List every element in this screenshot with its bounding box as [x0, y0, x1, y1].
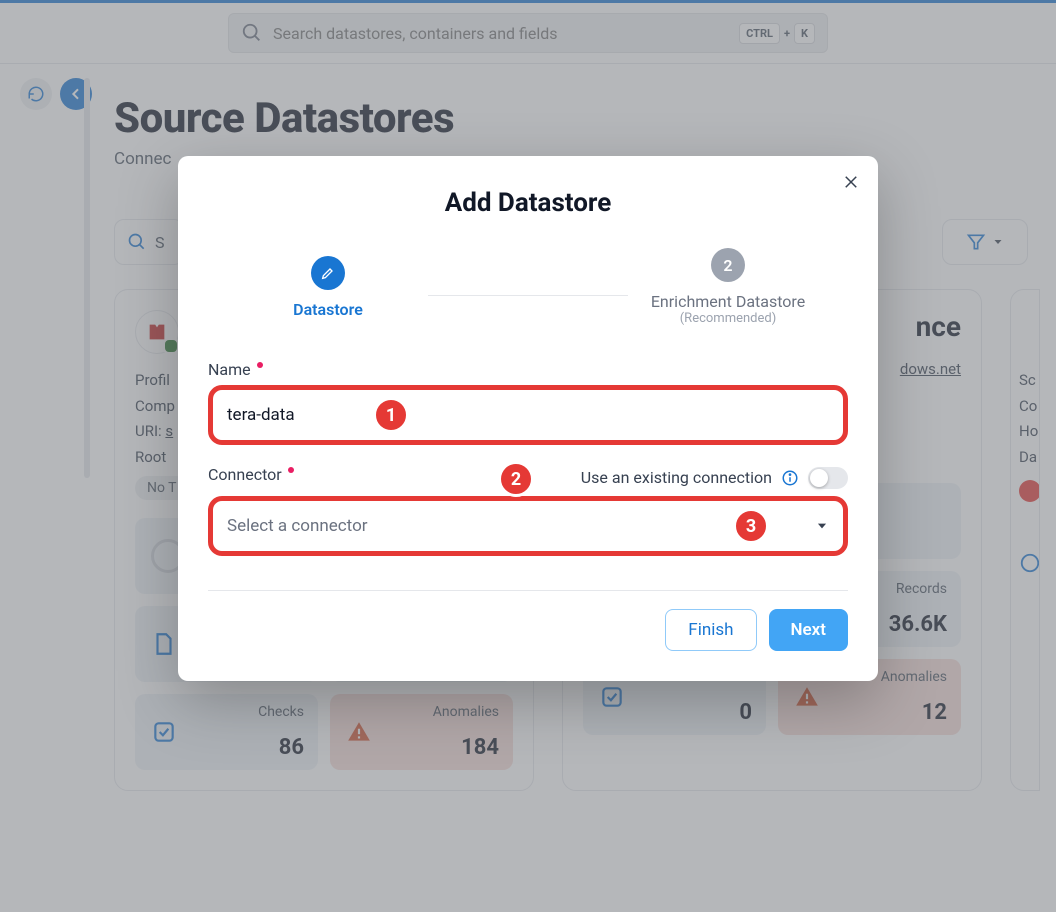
required-dot	[288, 467, 294, 473]
modal-divider	[208, 590, 848, 591]
existing-connection-toggle[interactable]	[808, 467, 848, 489]
annotation-badge-1: 1	[373, 397, 409, 433]
step-label: Enrichment Datastore	[651, 292, 805, 311]
name-label: Name	[208, 360, 251, 379]
pencil-icon	[320, 265, 336, 281]
info-icon[interactable]	[780, 468, 800, 488]
step-enrichment[interactable]: 2 Enrichment Datastore (Recommended)	[628, 248, 828, 326]
step-connector-line	[428, 295, 628, 296]
modal-overlay: Add Datastore Datastore 2 Enrichment Dat…	[0, 0, 1056, 912]
existing-connection-label: Use an existing connection	[581, 468, 772, 487]
add-datastore-modal: Add Datastore Datastore 2 Enrichment Dat…	[178, 156, 878, 681]
name-highlight-box: 1	[208, 385, 848, 445]
step-number: 2	[711, 248, 745, 282]
finish-button[interactable]: Finish	[665, 609, 756, 651]
close-icon	[842, 173, 860, 191]
connector-label: Connector	[208, 465, 282, 484]
step-label: Datastore	[293, 300, 363, 319]
connector-highlight-box: Select a connector 3	[208, 496, 848, 556]
required-dot	[257, 362, 263, 368]
step-datastore[interactable]: Datastore	[228, 256, 428, 319]
annotation-badge-3: 3	[733, 508, 769, 544]
annotation-badge-2: 2	[498, 461, 534, 497]
datastore-name-input[interactable]	[221, 395, 835, 435]
chevron-down-icon	[815, 519, 829, 533]
connector-placeholder: Select a connector	[227, 516, 368, 536]
next-button[interactable]: Next	[769, 609, 849, 651]
stepper: Datastore 2 Enrichment Datastore (Recomm…	[208, 248, 848, 326]
modal-title: Add Datastore	[208, 188, 848, 218]
close-button[interactable]	[842, 172, 860, 196]
step-sublabel: (Recommended)	[680, 311, 777, 326]
